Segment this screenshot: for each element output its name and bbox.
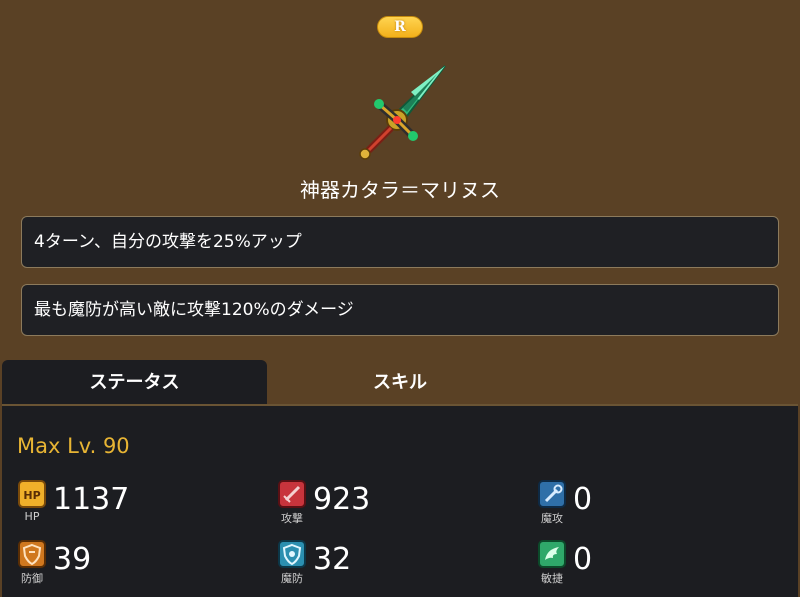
tab-bar: ステータス スキル <box>0 360 800 406</box>
shield-icon <box>18 540 46 568</box>
stat-value: 32 <box>313 542 352 577</box>
stat-value: 923 <box>313 482 371 517</box>
stat-label: 防御 <box>21 572 43 585</box>
stat-defense: 防御 39 <box>18 540 238 590</box>
stat-label: HP <box>24 510 40 523</box>
status-panel: Max Lv. 90 HP HP 1137 攻撃 923 魔攻 0 防御 39 <box>2 404 798 597</box>
sword-icon <box>278 480 306 508</box>
tab-skill[interactable]: スキル <box>267 360 533 406</box>
svg-text:HP: HP <box>23 489 40 502</box>
stat-magic-defense: 魔防 32 <box>278 540 498 590</box>
magic-shield-icon <box>278 540 306 568</box>
skill-description-1: 4ターン、自分の攻撃を25%アップ <box>21 216 779 268</box>
weapon-name: 神器カタラ＝マリヌス <box>300 178 500 202</box>
stat-label: 敏捷 <box>541 572 563 585</box>
stat-value: 39 <box>53 542 92 577</box>
wing-icon <box>538 540 566 568</box>
stat-label: 魔防 <box>281 572 303 585</box>
skill-description-2: 最も魔防が高い敵に攻撃120%のダメージ <box>21 284 779 336</box>
stat-label: 攻撃 <box>281 512 303 525</box>
hp-icon: HP <box>18 480 46 508</box>
tab-status[interactable]: ステータス <box>2 360 267 406</box>
stat-label: 魔攻 <box>541 512 563 525</box>
stat-attack: 攻撃 923 <box>278 480 498 530</box>
stat-hp: HP HP 1137 <box>18 480 238 530</box>
stat-agility: 敏捷 0 <box>538 540 758 590</box>
stat-magic-attack: 魔攻 0 <box>538 480 758 530</box>
stat-value: 0 <box>573 482 593 517</box>
max-level-label: Max Lv. 90 <box>17 434 130 458</box>
stat-value: 0 <box>573 542 593 577</box>
wand-icon <box>538 480 566 508</box>
weapon-icon <box>345 62 455 162</box>
rarity-badge: R <box>377 16 423 38</box>
stat-value: 1137 <box>53 482 130 517</box>
